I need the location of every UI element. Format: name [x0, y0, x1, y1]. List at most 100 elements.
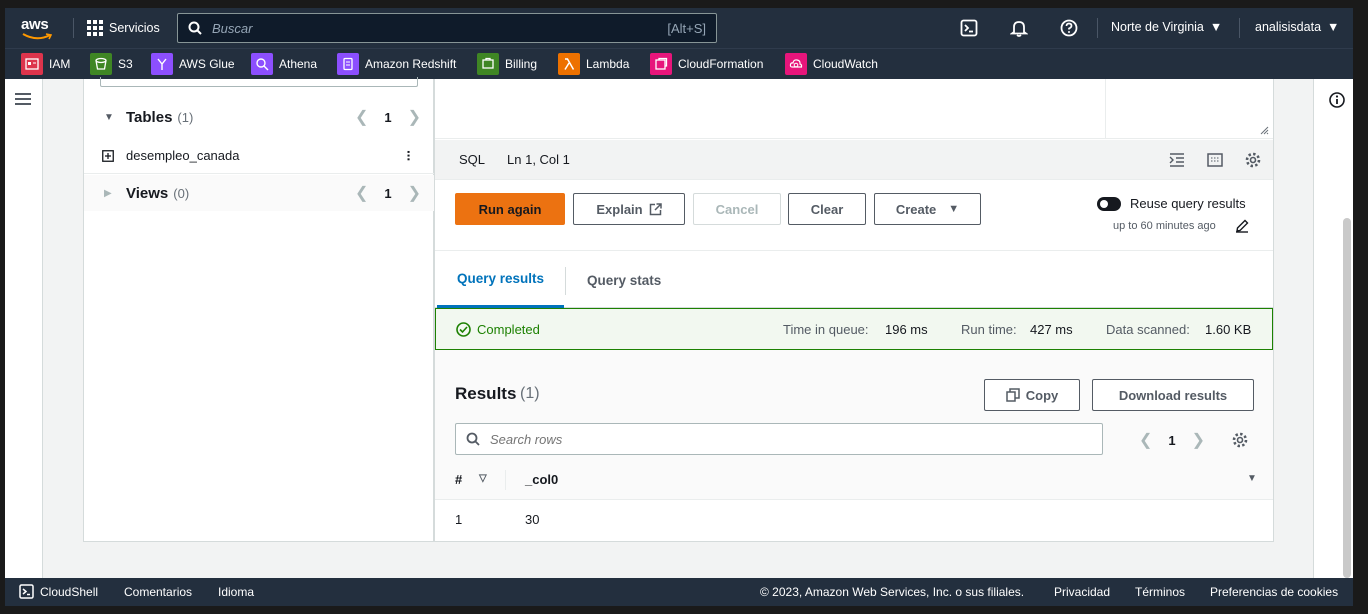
results-count: (1) [520, 385, 540, 402]
editor-minimap [1105, 79, 1273, 139]
fav-label: IAM [49, 57, 71, 71]
account-menu[interactable]: analisisdata ▼ [1255, 20, 1339, 34]
help-icon[interactable] [1059, 18, 1079, 38]
table-header: # ▽ _col0 ▼ [435, 460, 1273, 500]
sort-icon[interactable]: ▼ [1247, 473, 1257, 484]
fav-cloudwatch[interactable]: CloudWatch [785, 53, 878, 75]
query-actions: Run again Explain Cancel Clear Create ▼ … [435, 181, 1273, 251]
views-pager: ❮ 1 ❯ [355, 183, 421, 203]
footer-privacy[interactable]: Privacidad [1054, 585, 1110, 599]
gear-icon[interactable] [1245, 152, 1261, 168]
fav-iam[interactable]: IAM [21, 53, 70, 75]
fav-cloudformation[interactable]: CloudFormation [650, 53, 763, 75]
chevron-left-icon[interactable]: ❮ [1139, 430, 1152, 450]
chevron-right-icon[interactable]: ❯ [408, 107, 421, 127]
fav-redshift[interactable]: Amazon Redshift [337, 53, 456, 75]
resize-handle-icon[interactable] [1259, 125, 1269, 135]
page-scrollbar[interactable] [1343, 218, 1351, 578]
expand-plus-icon[interactable] [102, 149, 114, 162]
cloudwatch-icon [785, 53, 807, 75]
footer-cookies[interactable]: Preferencias de cookies [1210, 585, 1338, 599]
run-again-label: Run again [478, 201, 542, 217]
reuse-results-label: Reuse query results [1130, 196, 1246, 211]
search-shortcut: [Alt+S] [667, 20, 706, 36]
results-page-number[interactable]: 1 [1168, 433, 1175, 448]
services-menu[interactable]: Servicios [87, 17, 160, 39]
aws-logo[interactable]: aws [21, 14, 57, 42]
caret-down-icon: ▼ [104, 111, 114, 123]
views-section[interactable]: ▶ Views (0) ❮ 1 ❯ [84, 175, 435, 211]
console-footer: CloudShell Comentarios Idioma © 2023, Am… [5, 578, 1353, 606]
tab-query-results[interactable]: Query results [437, 252, 565, 308]
editor-status-bar: SQL Ln 1, Col 1 [435, 140, 1273, 180]
services-label: Servicios [109, 21, 160, 35]
more-vertical-icon[interactable]: ··· [401, 150, 417, 161]
table-item[interactable]: desempleo_canada ··· [84, 138, 435, 174]
fav-billing[interactable]: Billing [477, 53, 537, 75]
footer-terms[interactable]: Términos [1135, 585, 1185, 599]
region-selector[interactable]: Norte de Virginia ▼ [1111, 20, 1222, 34]
bucket-icon [90, 53, 112, 75]
footer-feedback[interactable]: Comentarios [124, 585, 192, 599]
cloudshell-icon[interactable] [959, 18, 979, 38]
copy-button[interactable]: Copy [984, 379, 1080, 411]
fav-glue[interactable]: AWS Glue [151, 53, 235, 75]
footer-language[interactable]: Idioma [218, 585, 254, 599]
create-button[interactable]: Create ▼ [874, 193, 981, 225]
run-again-button[interactable]: Run again [455, 193, 565, 225]
search-icon [466, 432, 480, 446]
footer-cloudshell[interactable]: CloudShell [19, 584, 98, 599]
bell-icon[interactable] [1009, 18, 1029, 38]
chevron-right-icon[interactable]: ❯ [1192, 430, 1205, 450]
fav-s3[interactable]: S3 [90, 53, 133, 75]
results-pager: ❮ 1 ❯ [1139, 430, 1205, 450]
cancel-button[interactable]: Cancel [693, 193, 781, 225]
keyboard-icon[interactable] [1207, 153, 1223, 167]
tab-query-stats[interactable]: Query stats [567, 252, 681, 308]
fav-athena[interactable]: Athena [251, 53, 317, 75]
results-search-input[interactable] [490, 431, 1092, 447]
clear-label: Clear [810, 201, 844, 217]
clear-button[interactable]: Clear [788, 193, 866, 225]
global-search[interactable]: [Alt+S] [177, 13, 717, 43]
tables-page-number[interactable]: 1 [384, 110, 391, 125]
external-link-icon [649, 202, 662, 215]
reuse-results-toggle[interactable] [1097, 197, 1121, 211]
row-value: 30 [525, 512, 540, 527]
chevron-left-icon[interactable]: ❮ [355, 183, 368, 203]
results-search[interactable] [455, 423, 1103, 455]
gear-icon[interactable] [1232, 432, 1248, 448]
sort-icon[interactable]: ▽ [479, 473, 487, 484]
reuse-results-sublabel: up to 60 minutes ago [1113, 220, 1216, 232]
redshift-icon [337, 53, 359, 75]
tables-section[interactable]: ▼ Tables (1) ❮ 1 ❯ [84, 99, 435, 135]
copy-label: Copy [1025, 387, 1059, 403]
query-status-banner: Completed Time in queue: 196 ms Run time… [435, 308, 1273, 350]
table-name[interactable]: desempleo_canada [126, 148, 239, 163]
download-results-button[interactable]: Download results [1092, 379, 1254, 411]
queue-time-value: 196 ms [885, 321, 928, 337]
download-label: Download results [1118, 387, 1228, 403]
views-page-number[interactable]: 1 [384, 186, 391, 201]
column-header-col0[interactable]: _col0 [525, 472, 558, 487]
cancel-label: Cancel [715, 201, 759, 217]
database-select-edge[interactable] [100, 77, 418, 87]
glue-icon [151, 53, 173, 75]
explain-button[interactable]: Explain [573, 193, 685, 225]
info-icon[interactable] [1329, 92, 1345, 108]
pencil-icon[interactable] [1235, 219, 1249, 233]
console-window: aws Servicios [Alt+S] Norte de Virginia … [5, 8, 1353, 606]
sql-editor[interactable] [435, 79, 1273, 139]
format-indent-icon[interactable] [1169, 152, 1185, 168]
chevron-right-icon[interactable]: ❯ [408, 183, 421, 203]
fav-label: CloudWatch [813, 57, 878, 71]
hamburger-icon[interactable] [15, 93, 31, 105]
results-header: Results (1) Copy Download results ❮ 1 ❯ [435, 350, 1273, 460]
cursor-position: Ln 1, Col 1 [507, 152, 570, 167]
tables-count: (1) [177, 109, 194, 125]
global-search-input[interactable] [212, 20, 668, 36]
cloudshell-label: CloudShell [40, 584, 99, 599]
fav-lambda[interactable]: Lambda [558, 53, 629, 75]
cloudshell-icon [19, 584, 34, 599]
chevron-left-icon[interactable]: ❮ [355, 107, 368, 127]
